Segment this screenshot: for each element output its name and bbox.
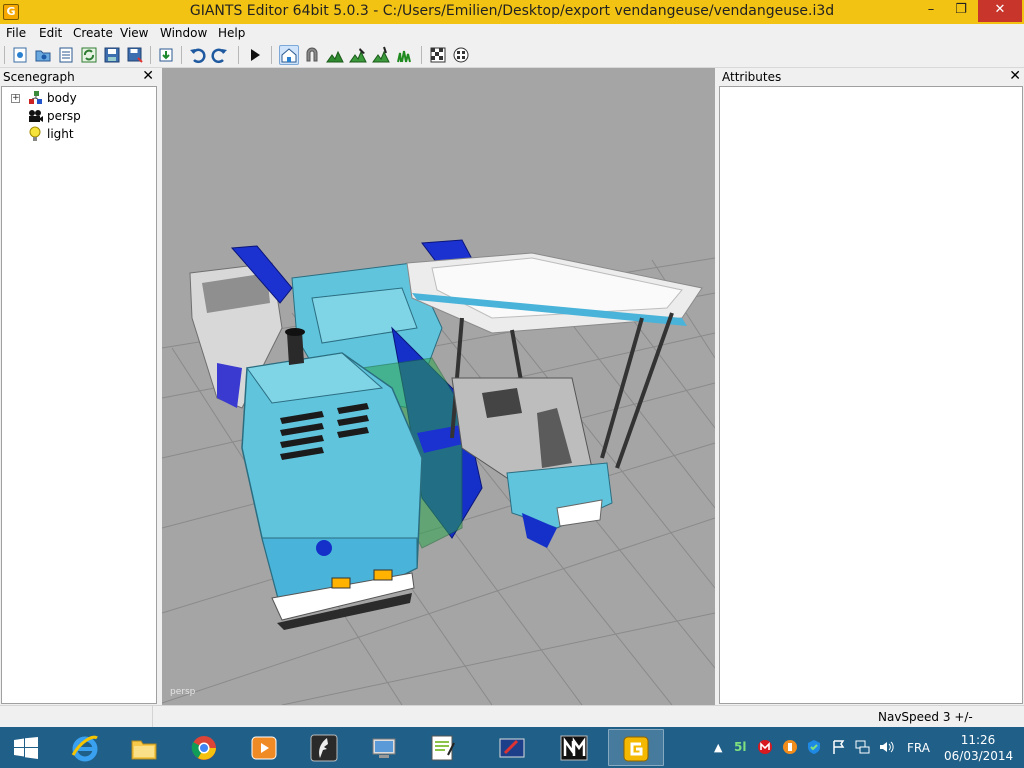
n-media-app-icon[interactable] xyxy=(547,729,603,766)
file-list-icon[interactable] xyxy=(56,45,76,65)
notepad-plus-icon[interactable] xyxy=(416,729,472,766)
internet-explorer-icon[interactable] xyxy=(58,729,114,766)
menu-edit[interactable]: Edit xyxy=(39,26,62,40)
network-icon[interactable] xyxy=(854,739,870,755)
tree-item-label: persp xyxy=(47,109,81,123)
giants-editor-icon[interactable] xyxy=(608,729,664,766)
tree-item-light[interactable]: light xyxy=(2,125,152,143)
clock-date: 06/03/2014 xyxy=(944,749,1014,763)
toolbar-separator xyxy=(150,46,151,64)
network-monitor-icon[interactable] xyxy=(357,729,413,766)
input-language-indicator[interactable]: FRA xyxy=(907,741,930,768)
menu-bar: File Edit Create View Window Help xyxy=(0,24,1024,42)
file-explorer-icon[interactable] xyxy=(117,729,173,766)
volume-icon[interactable] xyxy=(878,739,894,755)
scenegraph-tree[interactable]: + body persp light xyxy=(1,86,157,704)
toolbar-separator xyxy=(4,46,5,64)
taskbar: ▲ 5l FRA 11:26 06/03/2014 xyxy=(0,727,1024,768)
menu-view[interactable]: View xyxy=(120,26,148,40)
3d-viewport[interactable]: persp xyxy=(162,68,715,705)
title-bar: G GIANTS Editor 64bit 5.0.3 - C:/Users/E… xyxy=(0,0,1024,24)
import-icon[interactable] xyxy=(156,45,176,65)
save-as-icon[interactable] xyxy=(125,45,145,65)
redo-icon[interactable] xyxy=(210,45,230,65)
viewport-scene xyxy=(162,239,715,705)
clock-time: 11:26 xyxy=(960,733,996,747)
windows-logo-icon xyxy=(14,737,38,759)
media-player-icon[interactable] xyxy=(237,729,293,766)
attributes-close-button[interactable]: ✕ xyxy=(1009,68,1021,84)
foliage-paint-icon[interactable] xyxy=(371,45,391,65)
attributes-header: Attributes ✕ xyxy=(719,68,1024,86)
pen-tablet-icon[interactable] xyxy=(485,729,541,766)
tree-item-label: body xyxy=(47,91,77,105)
harvester-model xyxy=(189,239,703,630)
toolbar-separator xyxy=(421,46,422,64)
toolbar-separator xyxy=(271,46,272,64)
undo-icon[interactable] xyxy=(187,45,207,65)
magnet-icon[interactable] xyxy=(302,45,322,65)
scene-statistics-icon[interactable] xyxy=(451,45,471,65)
security-shield-icon[interactable] xyxy=(806,739,822,755)
menu-create[interactable]: Create xyxy=(73,26,113,40)
attributes-panel[interactable] xyxy=(719,86,1023,704)
tree-item-label: light xyxy=(47,127,74,141)
maximize-button[interactable]: ❐ xyxy=(946,0,976,22)
minimize-button[interactable]: – xyxy=(916,0,946,22)
system-clock[interactable]: 11:26 06/03/2014 xyxy=(944,727,1014,768)
foliage-grass-icon[interactable] xyxy=(394,45,414,65)
navspeed-indicator: NavSpeed 3 +/- xyxy=(878,710,973,724)
render-settings-icon[interactable] xyxy=(428,45,448,65)
refresh-icon[interactable] xyxy=(79,45,99,65)
show-hidden-icons-icon[interactable]: ▲ xyxy=(714,741,722,768)
toolbar-separator xyxy=(238,46,239,64)
tree-item-persp[interactable]: persp xyxy=(2,107,152,125)
open-scene-icon[interactable] xyxy=(33,45,53,65)
start-button[interactable] xyxy=(4,729,48,766)
save-icon[interactable] xyxy=(102,45,122,65)
light-bulb-icon xyxy=(29,126,41,141)
menu-window[interactable]: Window xyxy=(160,26,207,40)
scenegraph-header: Scenegraph ✕ xyxy=(0,68,157,86)
tree-item-body[interactable]: + body xyxy=(2,89,152,107)
scenegraph-title: Scenegraph xyxy=(3,70,75,84)
viewport-camera-label: persp xyxy=(170,687,196,697)
update-tray-icon[interactable] xyxy=(782,739,798,755)
window-title: GIANTS Editor 64bit 5.0.3 - C:/Users/Emi… xyxy=(189,3,835,19)
toolbar xyxy=(0,42,1024,68)
camera-icon xyxy=(29,110,43,122)
status-bar: NavSpeed 3 +/- xyxy=(0,705,1024,728)
status-field xyxy=(0,706,153,728)
chrome-icon[interactable] xyxy=(177,729,233,766)
scenegraph-close-button[interactable]: ✕ xyxy=(142,68,154,84)
terrain-sculpt-icon[interactable] xyxy=(325,45,345,65)
new-scene-icon[interactable] xyxy=(10,45,30,65)
antivirus-icon[interactable] xyxy=(757,739,773,755)
transform-group-icon xyxy=(29,91,42,104)
close-button[interactable]: ✕ xyxy=(978,0,1022,22)
terrain-paint-icon[interactable] xyxy=(348,45,368,65)
select-tool-icon[interactable] xyxy=(279,45,299,65)
tray-badge[interactable]: 5l xyxy=(734,740,746,768)
play-icon[interactable] xyxy=(245,45,265,65)
menu-file[interactable]: File xyxy=(6,26,26,40)
menu-help[interactable]: Help xyxy=(218,26,245,40)
feather-app-icon[interactable] xyxy=(297,729,353,766)
action-center-flag-icon[interactable] xyxy=(831,739,847,755)
toolbar-separator xyxy=(181,46,182,64)
attributes-title: Attributes xyxy=(722,70,782,84)
tree-expander[interactable]: + xyxy=(11,94,20,103)
